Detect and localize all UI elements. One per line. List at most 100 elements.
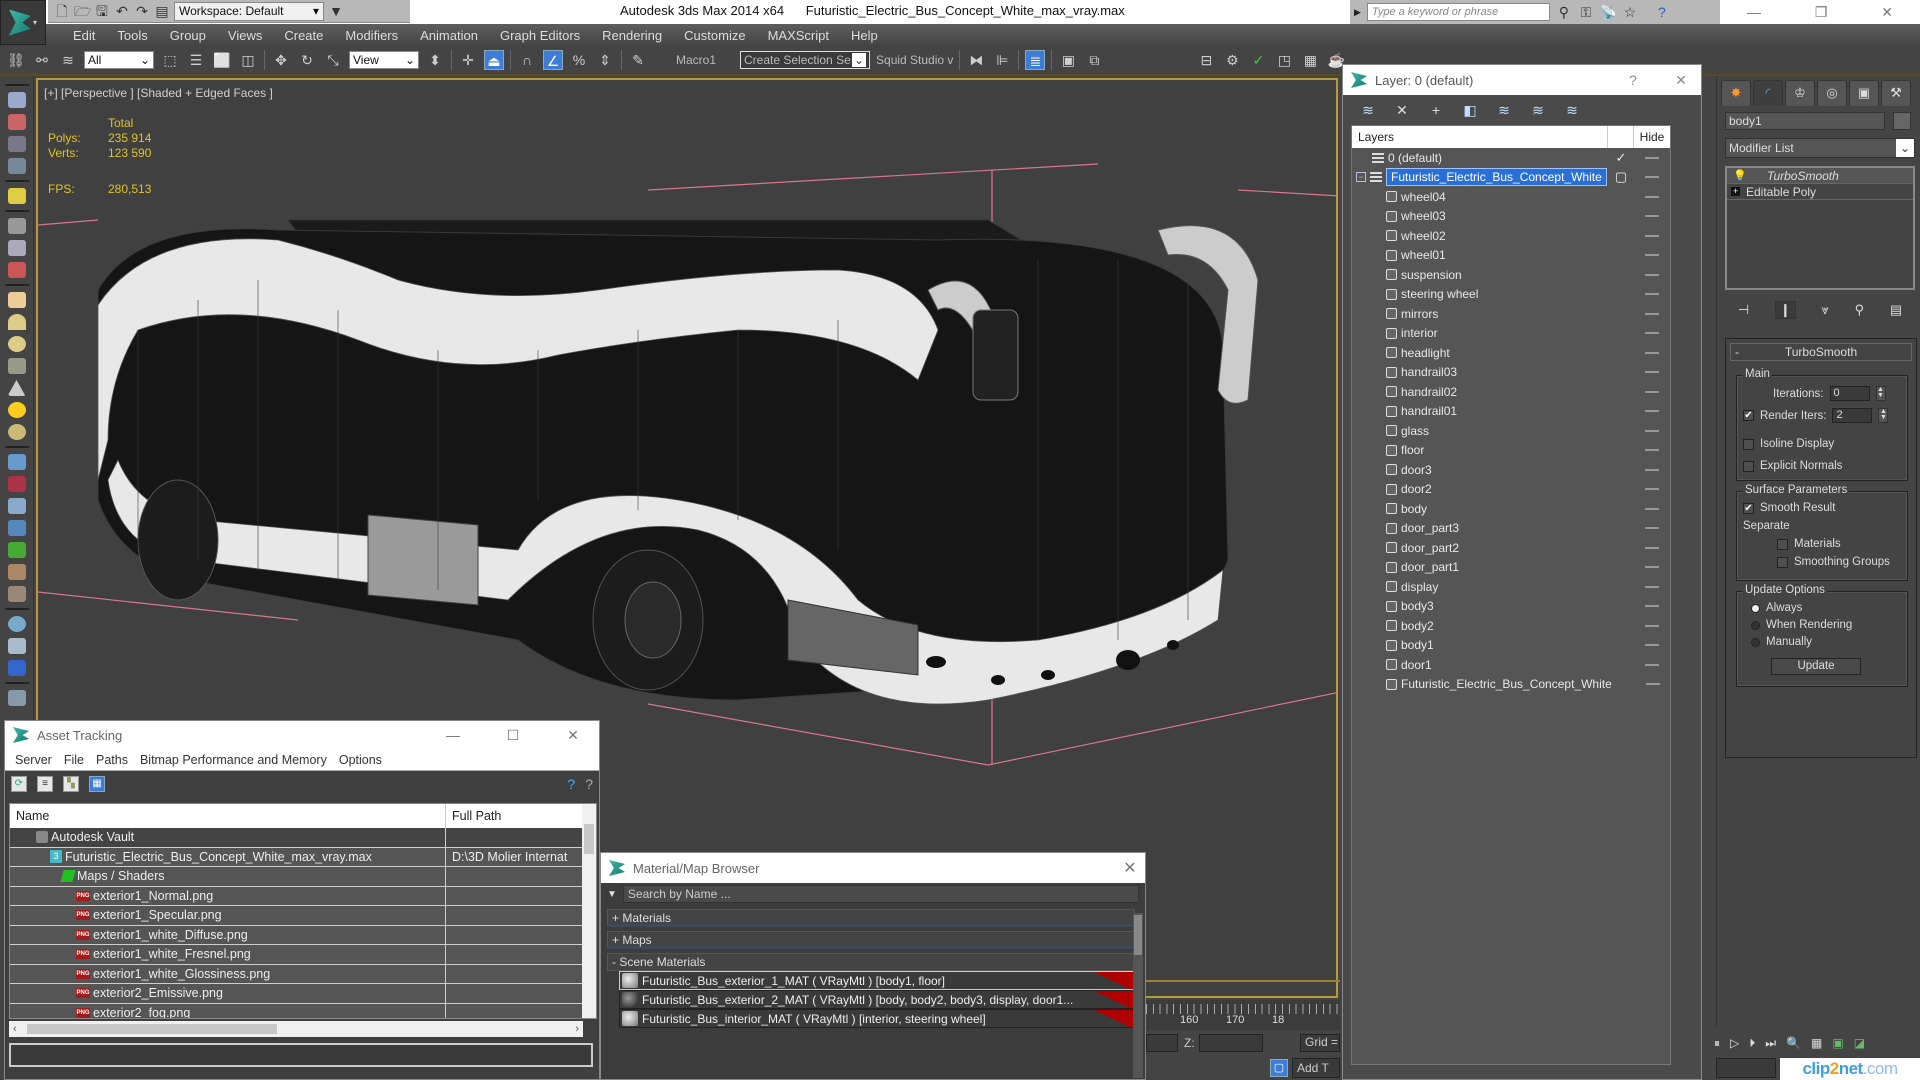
redo-icon[interactable]: ↷ [134, 3, 150, 19]
squid-studio-label[interactable]: Squid Studio v [876, 53, 953, 67]
layer-object-row[interactable]: body2 [1352, 616, 1670, 636]
object-name-field[interactable]: body1 [1725, 112, 1885, 130]
teapot-icon[interactable] [7, 92, 26, 108]
separate-materials-checkbox[interactable] [1777, 538, 1788, 550]
asset-row[interactable]: Maps / Shaders [10, 867, 596, 887]
undo-icon[interactable]: ↶ [114, 3, 130, 19]
group-scene-materials[interactable]: - Scene Materials [607, 953, 1135, 971]
edit-named-selection-icon[interactable]: ✎ [628, 50, 648, 70]
menu-options[interactable]: Options [333, 753, 388, 767]
layer-object-row[interactable]: wheel03 [1352, 207, 1670, 227]
tab-display-icon[interactable]: ▣ [1849, 80, 1879, 106]
always-radio[interactable] [1751, 603, 1760, 613]
stack-item-editable-poly[interactable]: + Editable Poly [1727, 184, 1913, 200]
window-crossing-icon[interactable]: ◫ [238, 50, 258, 70]
hide-toggle[interactable] [1634, 410, 1670, 413]
rect-selection-icon[interactable]: ⬜ [212, 50, 232, 70]
layer-object-row[interactable]: wheel01 [1352, 246, 1670, 266]
tab-utilities-icon[interactable]: ⚒ [1881, 80, 1911, 106]
highlight-selected-layer-icon[interactable]: ≋ [1495, 102, 1513, 119]
asset-row[interactable]: PNG exterior1_white_Glossiness.png [10, 964, 596, 984]
project-folder-icon[interactable]: ▤ [154, 3, 170, 19]
material-browser-titlebar[interactable]: Material/Map Browser ✕ [601, 853, 1145, 883]
hide-toggle[interactable] [1634, 546, 1670, 549]
search-by-name-input[interactable]: Search by Name ... [622, 885, 1139, 903]
help-button[interactable]: ? [1613, 72, 1653, 88]
layer-manager-icon[interactable]: ≣ [1025, 50, 1046, 70]
render-frame-icon[interactable]: ▦ [1300, 50, 1320, 70]
hide-toggle[interactable] [1634, 585, 1670, 588]
spinner-snap-icon[interactable]: ⇕ [595, 50, 615, 70]
star-icon[interactable]: ☆ [1622, 4, 1638, 21]
hide-toggle[interactable] [1634, 371, 1670, 374]
asset-row[interactable]: PNG exterior2_Emissive.png [10, 984, 596, 1004]
tab-modify-icon[interactable]: ◜ [1753, 80, 1783, 106]
explicit-normals-checkbox[interactable] [1743, 460, 1754, 472]
coordinate-y-field[interactable] [1146, 1034, 1178, 1052]
menu-help[interactable]: Help [840, 28, 889, 43]
app-menu-button[interactable]: ▾ [0, 0, 46, 45]
layer-object-row[interactable]: wheel04 [1352, 187, 1670, 207]
layer-object-row[interactable]: handrail03 [1352, 363, 1670, 383]
open-file-icon[interactable]: 🗁 [74, 3, 91, 19]
layer-dialog-titlebar[interactable]: Layer: 0 (default) ? ✕ [1343, 65, 1701, 95]
spinner-arrows-icon[interactable]: ▲ ▼ [1875, 386, 1886, 401]
layer-row-default[interactable]: 0 (default) ✓ [1352, 148, 1670, 168]
hide-toggle[interactable] [1634, 507, 1670, 510]
select-manipulate-icon[interactable]: ✛ [458, 50, 478, 70]
menu-tools[interactable]: Tools [106, 28, 158, 43]
menu-modifiers[interactable]: Modifiers [334, 28, 409, 43]
bind-space-warp-icon[interactable]: ≋ [58, 50, 78, 70]
hide-toggle[interactable] [1636, 683, 1670, 686]
hide-toggle[interactable] [1634, 605, 1670, 608]
graphite-tools-icon[interactable]: ▣ [1058, 50, 1078, 70]
named-selection-set-dropdown[interactable]: Create Selection Se ⌄ [740, 51, 871, 69]
tab-create-icon[interactable]: ✸ [1721, 80, 1751, 106]
smooth-result-checkbox[interactable]: ✔ [1743, 502, 1754, 514]
customize-qat-icon[interactable]: ▼ [328, 3, 344, 19]
col-layers[interactable]: Layers [1352, 126, 1608, 148]
turbosmooth-rollout-header[interactable]: - TurboSmooth [1730, 343, 1912, 361]
close-button[interactable]: ✕ [1661, 72, 1701, 89]
render-window-icon[interactable] [7, 114, 26, 130]
menu-animation[interactable]: Animation [409, 28, 489, 43]
region-render-icon[interactable] [7, 660, 26, 676]
layer-object-row[interactable]: steering wheel [1352, 285, 1670, 305]
make-unique-icon[interactable]: ⩔ [1822, 302, 1829, 318]
scroll-right-icon[interactable]: › [575, 1023, 579, 1035]
tab-motion-icon[interactable]: ◎ [1817, 80, 1847, 106]
hide-toggle[interactable] [1634, 390, 1670, 393]
hide-toggle[interactable] [1634, 293, 1670, 296]
satellite-icon[interactable]: 📡 [1600, 4, 1617, 21]
menu-file[interactable]: File [58, 753, 90, 767]
help-context-icon[interactable]: ? [585, 776, 593, 792]
camera-target-icon[interactable] [7, 240, 26, 256]
render-elements-icon[interactable] [7, 638, 26, 654]
refresh-icon[interactable]: ⟳ [11, 776, 27, 792]
zoom-extents-all-icon[interactable]: ◪ [1854, 1036, 1865, 1050]
prev-frame-icon[interactable]: ⏸ [1714, 1036, 1720, 1051]
create-layer-icon[interactable]: ≋ [1359, 102, 1377, 119]
when-rendering-radio[interactable] [1751, 620, 1760, 630]
layer-row-active[interactable]: − Futuristic_Electric_Bus_Concept_White ▢ [1352, 168, 1670, 188]
keyboard-shortcut-override-icon[interactable]: ⏏ [484, 50, 504, 70]
sphere-light-icon[interactable] [7, 424, 26, 440]
menu-graph-editors[interactable]: Graph Editors [489, 28, 591, 43]
zoom-all-icon[interactable]: ▦ [1811, 1036, 1822, 1050]
pivot-center-icon[interactable]: ⬍ [425, 50, 445, 70]
next-frame-icon[interactable]: ⏵ [1749, 1036, 1755, 1051]
layer-object-row[interactable]: body1 [1352, 636, 1670, 656]
help-icon[interactable]: ? [567, 776, 575, 792]
close-button[interactable]: ✕ [547, 727, 599, 744]
list-view-icon[interactable]: ≡ [37, 776, 53, 792]
move-icon[interactable]: ✥ [271, 50, 291, 70]
save-icon[interactable]: 🖫 [94, 3, 110, 19]
asset-row[interactable]: PNG exterior1_Specular.png [10, 906, 596, 926]
plane-light-icon[interactable] [7, 292, 26, 308]
physical-camera-icon[interactable] [7, 262, 26, 278]
asset-row[interactable]: PNG exterior1_white_Diffuse.png [10, 925, 596, 945]
frame-field[interactable] [1716, 1058, 1776, 1078]
rendered-frame-window-icon[interactable]: ◳ [1274, 50, 1294, 70]
menu-views[interactable]: Views [217, 28, 273, 43]
layer-object-row[interactable]: floor [1352, 441, 1670, 461]
